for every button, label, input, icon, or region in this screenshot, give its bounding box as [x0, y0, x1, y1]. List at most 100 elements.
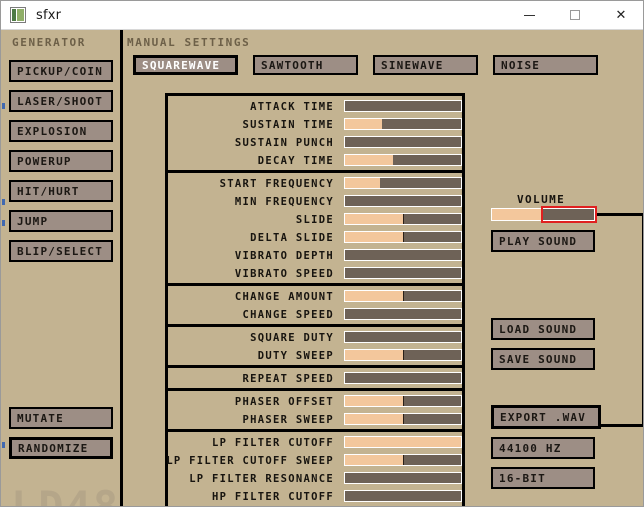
manual-settings-panel: MANUAL SETTINGS SQUAREWAVE SAWTOOTH SINEWA…: [123, 30, 643, 506]
sample-rate-button[interactable]: 44100 HZ: [491, 437, 595, 459]
slider-track[interactable]: [344, 213, 462, 225]
slider-label: SQUARE DUTY: [250, 332, 334, 344]
waveform-button-squarewave[interactable]: SQUAREWAVE: [133, 55, 238, 75]
play-sound-button[interactable]: PLAY SOUND: [491, 230, 595, 252]
bit-depth-button[interactable]: 16-BIT: [491, 467, 595, 489]
waveform-button-noise[interactable]: NOISE: [493, 55, 598, 75]
slider-center-tick: [403, 414, 404, 424]
slider-label: DUTY SWEEP: [257, 350, 334, 362]
slider-group-duty: SQUARE DUTY DUTY SWEEP: [165, 324, 465, 368]
app-icon: [10, 7, 26, 23]
slider-track[interactable]: [344, 195, 462, 207]
slider-center-tick: [403, 214, 404, 224]
slider-track[interactable]: [344, 472, 462, 484]
slider-track[interactable]: [344, 331, 462, 343]
slider-track[interactable]: [344, 308, 462, 320]
generator-button-hit-hurt[interactable]: HIT/HURT: [9, 180, 113, 202]
generator-button-powerup[interactable]: POWERUP: [9, 150, 113, 172]
volume-slider-fill: [492, 209, 543, 220]
action-button-randomize[interactable]: RANDOMIZE: [9, 437, 113, 459]
slider-group-frequency: START FREQUENCY MIN FREQUENCY SLIDE DELTA S…: [165, 170, 465, 286]
slider-label: HP FILTER CUTOFF: [212, 491, 334, 503]
slider-track[interactable]: [344, 454, 462, 466]
slider-center-tick: [403, 232, 404, 242]
generator-button-pickup-coin[interactable]: PICKUP/COIN: [9, 60, 113, 82]
slider-label: SLIDE: [295, 214, 334, 226]
slider-label: DECAY TIME: [257, 155, 334, 167]
slider-label: LP FILTER CUTOFF: [212, 437, 334, 449]
slider-fill: [345, 155, 393, 165]
slider-label: DELTA SLIDE: [250, 232, 334, 244]
slider-label: SUSTAIN TIME: [242, 119, 334, 131]
volume-label: VOLUME: [517, 193, 566, 206]
slider-label: LP FILTER CUTOFF SWEEP: [166, 455, 334, 467]
slider-track[interactable]: [344, 249, 462, 261]
generator-button-blip-select[interactable]: BLIP/SELECT: [9, 240, 113, 262]
slider-label: REPEAT SPEED: [242, 373, 334, 385]
slider-center-tick: [403, 291, 404, 301]
generator-button-jump[interactable]: JUMP: [9, 210, 113, 232]
slider-fill: [345, 232, 403, 242]
slider-fill: [345, 437, 461, 447]
workspace: GENERATOR PICKUP/COIN LASER/SHOOT EXPLOSIO…: [2, 30, 643, 507]
slider-group-change: CHANGE AMOUNT CHANGE SPEED: [165, 283, 465, 327]
watermark: CSDN @鬼鬼骑士: [474, 500, 643, 506]
load-sound-button[interactable]: LOAD SOUND: [491, 318, 595, 340]
action-button-mutate[interactable]: MUTATE: [9, 407, 113, 429]
slider-track[interactable]: [344, 231, 462, 243]
slider-label: PHASER OFFSET: [234, 396, 334, 408]
app-window: sfxr ✕ GENERATOR PICKUP/COIN LASER/SHOOT E…: [0, 0, 644, 507]
generator-button-laser-shoot[interactable]: LASER/SHOOT: [9, 90, 113, 112]
save-sound-button[interactable]: SAVE SOUND: [491, 348, 595, 370]
title-bar: sfxr ✕: [1, 1, 643, 30]
slider-label: ATTACK TIME: [250, 101, 334, 113]
slider-track[interactable]: [344, 267, 462, 279]
slider-fill: [345, 214, 403, 224]
slider-label: CHANGE SPEED: [242, 309, 334, 321]
window-title: sfxr: [36, 7, 62, 23]
slider-label: START FREQUENCY: [219, 178, 334, 190]
sidebar: GENERATOR PICKUP/COIN LASER/SHOOT EXPLOSIO…: [5, 30, 121, 507]
slider-group-filter: LP FILTER CUTOFF LP FILTER CUTOFF SWEEP LP…: [165, 429, 465, 506]
slider-track[interactable]: [344, 290, 462, 302]
slider-track[interactable]: [344, 177, 462, 189]
slider-fill: [345, 178, 380, 188]
close-icon[interactable]: ✕: [598, 1, 643, 29]
slider-fill: [345, 414, 403, 424]
slider-label: PHASER SWEEP: [242, 414, 334, 426]
slider-center-tick: [403, 396, 404, 406]
generator-button-explosion[interactable]: EXPLOSION: [9, 120, 113, 142]
slider-fill: [345, 119, 383, 129]
annotation-line-top: [597, 213, 643, 216]
slider-label: SUSTAIN PUNCH: [234, 137, 334, 149]
slider-fill: [345, 291, 403, 301]
slider-track[interactable]: [344, 490, 462, 502]
slider-label: VIBRATO DEPTH: [234, 250, 334, 262]
slider-track[interactable]: [344, 372, 462, 384]
slider-track[interactable]: [344, 136, 462, 148]
slider-label: MIN FREQUENCY: [234, 196, 334, 208]
slider-track[interactable]: [344, 349, 462, 361]
volume-slider[interactable]: [491, 208, 595, 221]
ld48-logo: LD48: [11, 482, 121, 507]
slider-track[interactable]: [344, 436, 462, 448]
slider-track[interactable]: [344, 395, 462, 407]
slider-track[interactable]: [344, 154, 462, 166]
slider-center-tick: [403, 350, 404, 360]
slider-track[interactable]: [344, 100, 462, 112]
waveform-button-sinewave[interactable]: SINEWAVE: [373, 55, 478, 75]
slider-label: VIBRATO SPEED: [234, 268, 334, 280]
slider-group-phaser: PHASER OFFSET PHASER SWEEP: [165, 388, 465, 432]
slider-label: CHANGE AMOUNT: [234, 291, 334, 303]
slider-fill: [345, 350, 403, 360]
slider-center-tick: [403, 455, 404, 465]
waveform-button-sawtooth[interactable]: SAWTOOTH: [253, 55, 358, 75]
export-wav-button[interactable]: EXPORT .WAV: [491, 405, 601, 429]
slider-track[interactable]: [344, 118, 462, 130]
minimize-button[interactable]: [506, 1, 552, 29]
slider-fill: [345, 455, 403, 465]
generator-section-title: GENERATOR: [12, 36, 87, 49]
maximize-button[interactable]: [552, 1, 598, 29]
slider-track[interactable]: [344, 413, 462, 425]
manual-settings-title: MANUAL SETTINGS: [127, 36, 251, 49]
